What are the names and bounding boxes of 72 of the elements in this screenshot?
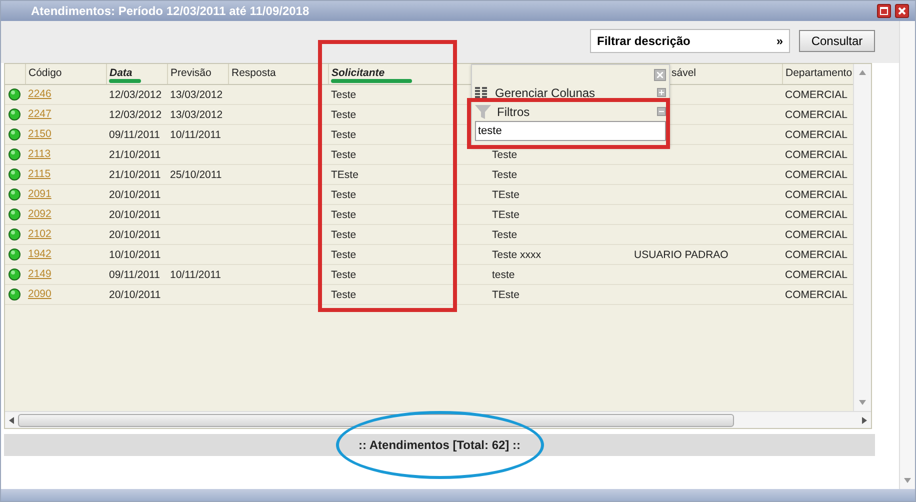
table-cell: Teste xyxy=(328,184,489,204)
maximize-button[interactable] xyxy=(877,4,891,18)
plus-icon xyxy=(659,90,664,95)
column-header[interactable]: Departamento xyxy=(782,64,853,84)
table-cell: 12/03/2012 xyxy=(106,104,167,124)
table-cell: 10/11/2011 xyxy=(167,264,228,284)
horizontal-scrollbar[interactable] xyxy=(5,411,871,428)
status-dot-icon xyxy=(8,188,21,202)
table-cell: 25/10/2011 xyxy=(167,164,228,184)
scroll-right-icon[interactable] xyxy=(862,416,867,424)
scroll-down-icon[interactable] xyxy=(859,400,866,405)
table-cell: TEste xyxy=(489,184,631,204)
status-dot-icon xyxy=(8,228,21,242)
table-cell: 09/11/2011 xyxy=(106,124,167,144)
collapse-button[interactable] xyxy=(657,107,666,116)
close-button[interactable] xyxy=(895,4,909,18)
status-dot-icon xyxy=(8,148,21,162)
search-button[interactable]: Consultar xyxy=(799,30,875,52)
table-cell: 20/10/2011 xyxy=(106,224,167,244)
window-title: Atendimentos: Período 12/03/2011 até 11/09/2018 xyxy=(31,3,310,20)
column-header[interactable]: Resposta xyxy=(228,64,328,84)
table-cell: 12/03/2012 xyxy=(106,84,167,104)
table-cell: Teste xyxy=(489,164,631,184)
status-dot-icon xyxy=(8,288,21,302)
scroll-up-icon[interactable] xyxy=(859,70,866,75)
status-dot-icon xyxy=(8,108,21,122)
table-cell: 21/10/2011 xyxy=(106,144,167,164)
table-cell: 20/10/2011 xyxy=(106,284,167,304)
table-cell: 13/03/2012 xyxy=(167,104,228,124)
maximize-icon xyxy=(880,7,888,15)
status-dot-icon xyxy=(8,128,21,142)
total-count-label: :: Atendimentos [Total: 62] :: xyxy=(358,437,520,454)
table-cell: Teste xyxy=(328,284,489,304)
columns-icon xyxy=(475,86,489,98)
table-cell: Teste xyxy=(489,224,631,244)
menu-item[interactable]: Filtros xyxy=(497,102,651,120)
table-cell: 10/10/2011 xyxy=(106,244,167,264)
status-dot-icon xyxy=(8,88,21,102)
close-icon xyxy=(657,72,663,78)
table-cell: 21/10/2011 xyxy=(106,164,167,184)
table-cell: Teste xyxy=(328,264,489,284)
table-cell: 13/03/2012 xyxy=(167,84,228,104)
table-cell: TEste xyxy=(489,204,631,224)
table-cell: Teste xyxy=(328,244,489,264)
table-cell: TEste xyxy=(489,284,631,304)
close-menu-button[interactable] xyxy=(654,69,666,81)
table-cell: 09/11/2011 xyxy=(106,264,167,284)
close-icon xyxy=(898,7,906,15)
column-header[interactable]: Data xyxy=(106,64,167,84)
scroll-left-icon[interactable] xyxy=(9,416,14,424)
vertical-scrollbar[interactable] xyxy=(853,64,871,411)
page-scrollbar[interactable] xyxy=(899,21,915,489)
table-cell: Teste xyxy=(328,224,489,244)
expand-button[interactable] xyxy=(657,88,666,97)
table-cell: teste xyxy=(489,264,631,284)
status-dot-icon xyxy=(8,168,21,182)
table-cell: 10/11/2011 xyxy=(167,124,228,144)
table-cell: Teste xxxx xyxy=(489,244,631,264)
menu-item[interactable]: Gerenciar Colunas xyxy=(495,84,651,102)
column-header[interactable]: Código xyxy=(25,64,106,84)
scroll-down-icon[interactable] xyxy=(904,478,911,483)
status-dot-icon xyxy=(8,208,21,222)
table-cell: 20/10/2011 xyxy=(106,204,167,224)
table-cell: 20/10/2011 xyxy=(106,184,167,204)
status-dot-icon xyxy=(8,268,21,282)
table-cell: USUARIO PADRAO xyxy=(631,244,782,264)
status-dot-icon xyxy=(8,248,21,262)
filter-input[interactable]: teste xyxy=(475,121,666,141)
table-cell: TEste xyxy=(328,164,489,184)
table-cell: Teste xyxy=(328,204,489,224)
filter-description-button[interactable]: Filtrar descrição » xyxy=(590,29,790,53)
column-header[interactable]: Previsão xyxy=(167,64,228,84)
